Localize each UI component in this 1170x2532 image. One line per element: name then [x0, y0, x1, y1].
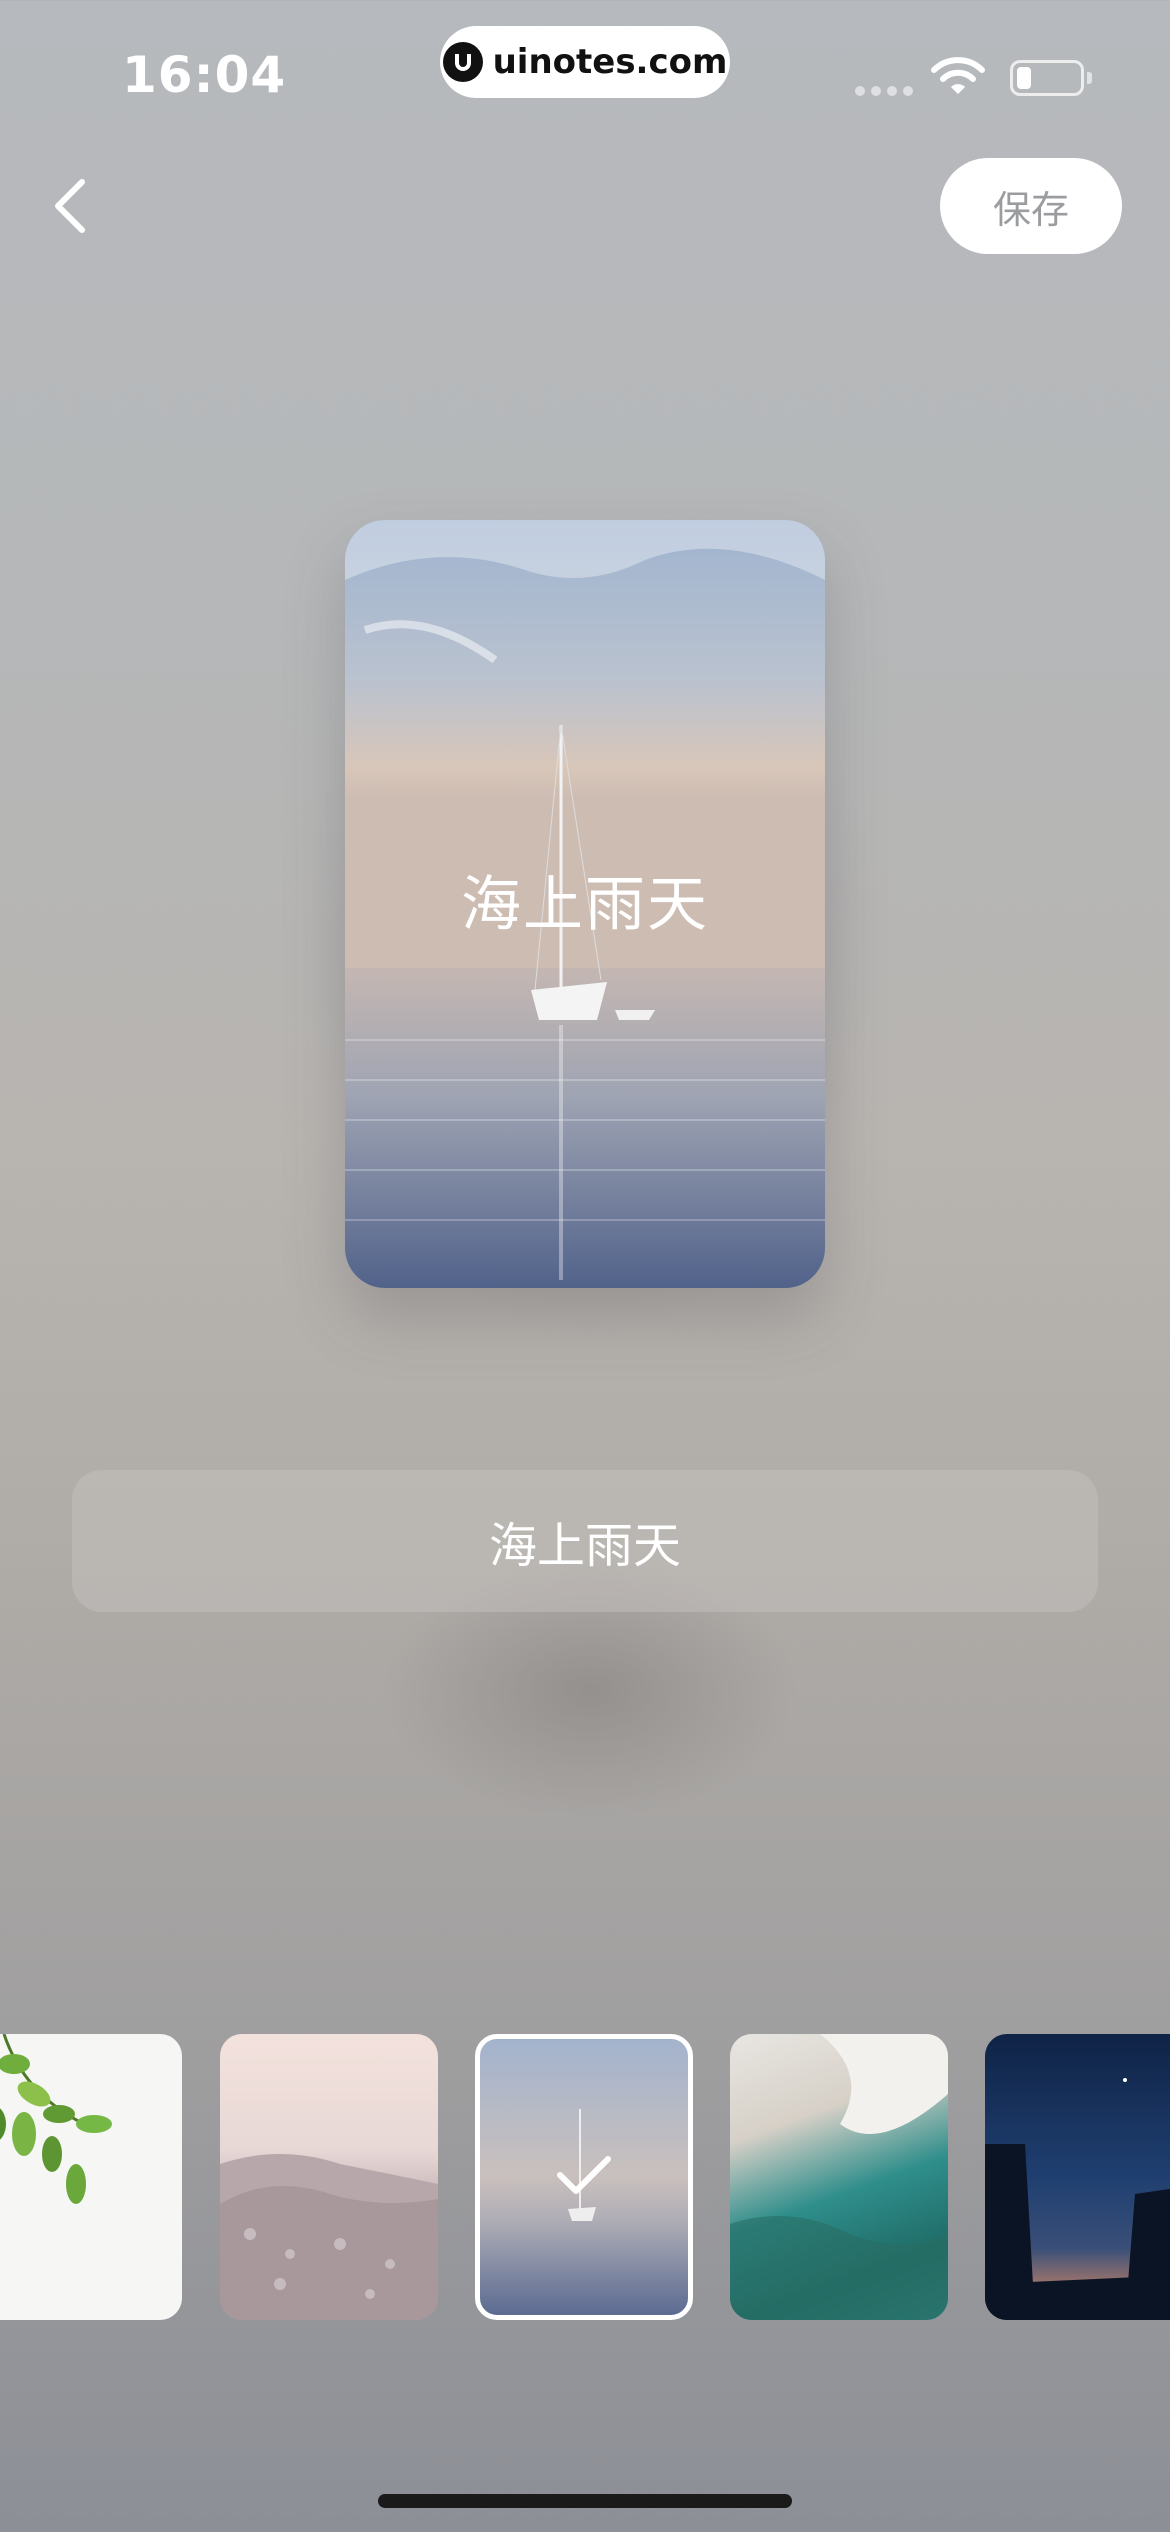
cellular-signal-icon — [855, 86, 913, 96]
uinotes-logo-icon — [442, 42, 483, 82]
wallpaper-name-field[interactable]: 海上雨天 — [72, 1470, 1098, 1612]
url-text: uinotes.com — [492, 42, 728, 82]
battery-tip — [1087, 72, 1092, 84]
thumbnail-sailboat-sea[interactable] — [475, 2034, 693, 2320]
wallpaper-preview-card: 海上雨天 — [345, 520, 825, 1288]
battery-icon — [1010, 60, 1084, 96]
save-button[interactable]: 保存 — [940, 158, 1122, 254]
thumbnail-leaves[interactable] — [0, 2034, 182, 2320]
thumbnail-snow-mountain[interactable] — [220, 2034, 438, 2320]
thumbnail-night-sky[interactable] — [985, 2034, 1170, 2320]
back-button[interactable] — [40, 168, 100, 244]
chevron-left-icon — [55, 179, 85, 233]
url-badge: uinotes.com — [440, 26, 730, 98]
sailboat-scene-image: 海上雨天 — [345, 520, 825, 1288]
status-time: 16:04 — [122, 46, 287, 104]
thumbnail-wave[interactable] — [730, 2034, 948, 2320]
wifi-icon — [930, 56, 986, 102]
card-title: 海上雨天 — [461, 870, 709, 940]
home-indicator — [378, 2494, 792, 2508]
checkmark-icon — [556, 2155, 612, 2199]
